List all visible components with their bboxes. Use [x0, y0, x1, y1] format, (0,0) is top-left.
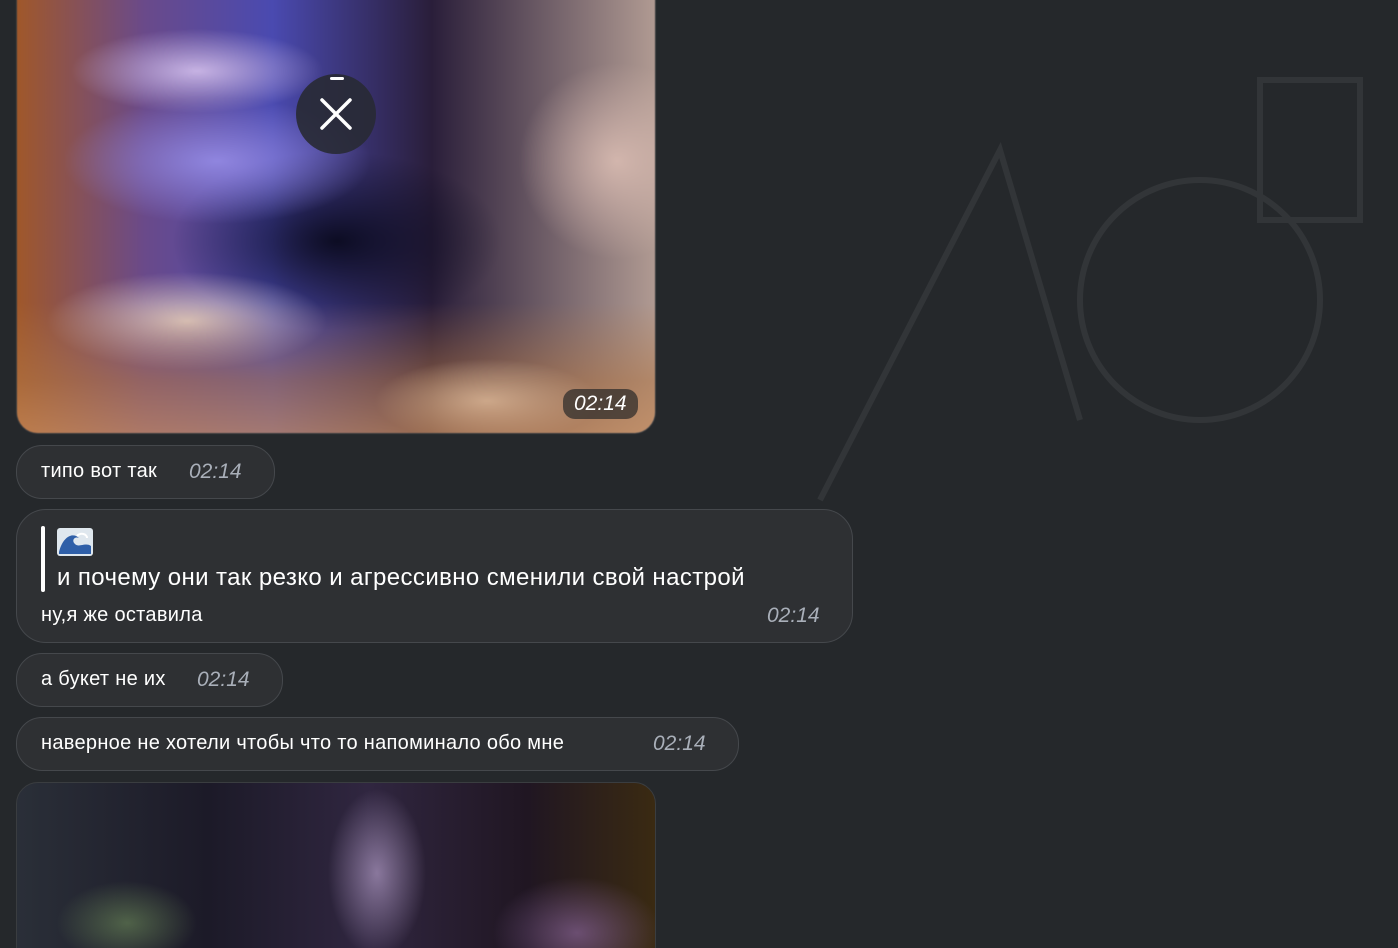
- message-text: ну,я же оставила: [41, 604, 203, 626]
- photo-message[interactable]: [16, 0, 656, 434]
- message-timestamp: 02:14: [189, 460, 242, 483]
- message-timestamp: 02:14: [197, 668, 250, 691]
- message-text: а букет не их: [41, 668, 166, 690]
- message-timestamp: 02:14: [767, 604, 820, 627]
- message-timestamp: 02:14: [653, 732, 706, 755]
- message-text: типо вот так: [41, 460, 158, 482]
- close-icon: [320, 98, 352, 130]
- message-bubble-reply[interactable]: и почему они так резко и агрессивно смен…: [16, 509, 853, 643]
- photo-message[interactable]: [16, 782, 656, 948]
- wave-emoji-icon: [57, 528, 93, 556]
- download-progress: [330, 77, 344, 80]
- message-text: наверное не хотели чтобы что то напомина…: [41, 732, 565, 754]
- photo-timestamp: 02:14: [563, 389, 638, 419]
- chat-area: 02:14 типо вот так 02:14 и почему они та…: [0, 0, 1398, 948]
- message-bubble[interactable]: наверное не хотели чтобы что то напомина…: [16, 717, 739, 771]
- cancel-download-button[interactable]: [296, 74, 376, 154]
- message-bubble[interactable]: а букет не их 02:14: [16, 653, 283, 707]
- message-bubble[interactable]: типо вот так 02:14: [16, 445, 275, 499]
- reply-quote-bar: [41, 526, 45, 592]
- reply-quote-text: и почему они так резко и агрессивно смен…: [57, 564, 745, 591]
